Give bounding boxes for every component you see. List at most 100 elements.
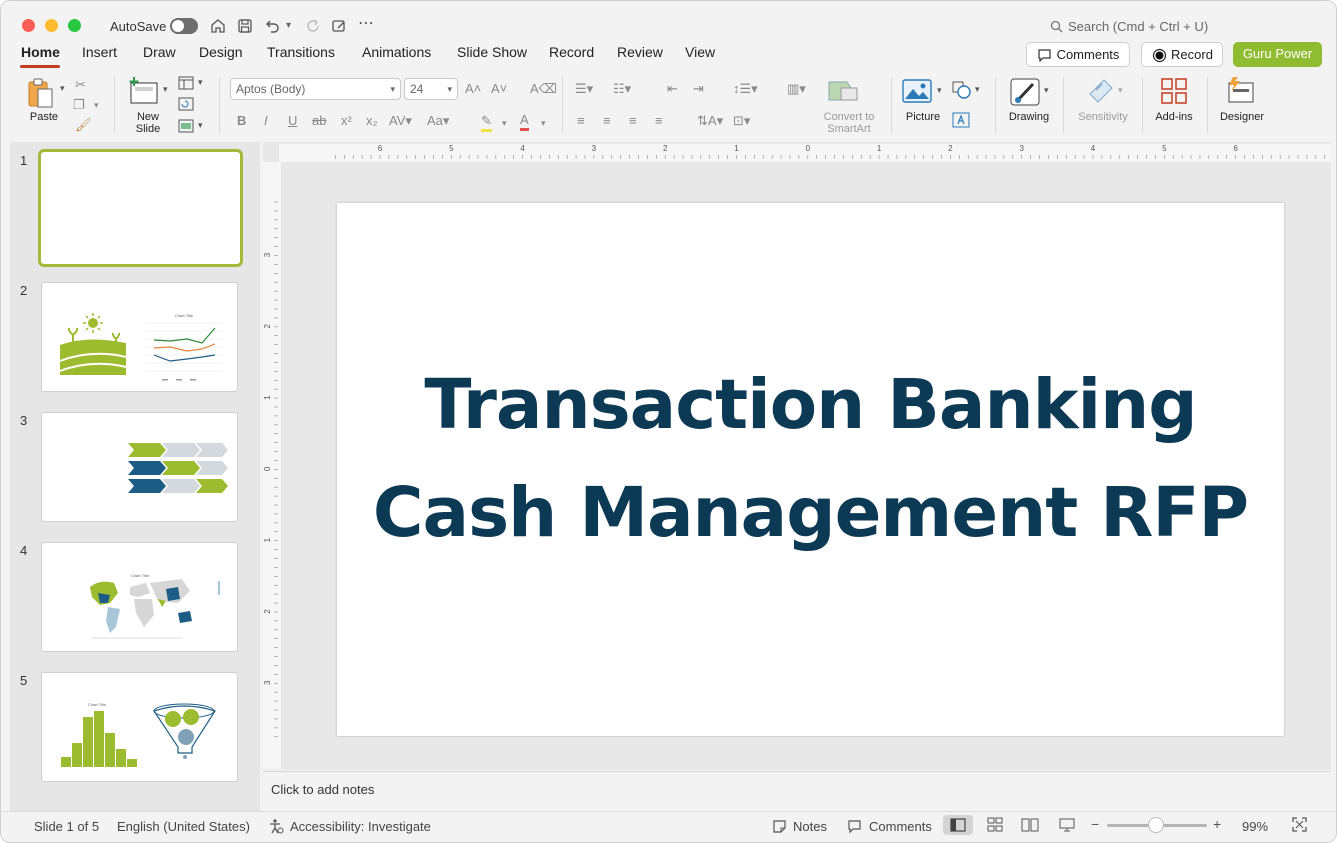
zoom-in-button[interactable]: + <box>1213 816 1221 832</box>
drawing-icon[interactable] <box>1009 76 1041 108</box>
notes-pane[interactable]: Click to add notes <box>263 771 1331 809</box>
shapes-dropdown-icon[interactable]: ▾ <box>975 84 980 95</box>
subscript-icon[interactable]: x₂ <box>366 113 378 129</box>
picture-dropdown-icon[interactable]: ▾ <box>937 85 942 96</box>
tab-review[interactable]: Review <box>617 44 663 60</box>
line-spacing-icon[interactable]: ↕☰▾ <box>733 81 758 97</box>
superscript-icon[interactable]: x² <box>341 113 352 129</box>
strikethrough-icon[interactable]: ab <box>312 113 326 129</box>
shapes-icon[interactable] <box>952 81 972 99</box>
language-status[interactable]: English (United States) <box>117 819 250 834</box>
slide-thumbnail-5[interactable]: Chart Title <box>41 672 238 782</box>
zoom-slider-handle[interactable] <box>1148 817 1164 833</box>
font-name-select[interactable]: Aptos (Body) ▾ <box>230 78 401 100</box>
slide-thumbnail-2[interactable]: Chart Title <box>41 282 238 392</box>
tab-draw[interactable]: Draw <box>143 44 176 60</box>
record-button[interactable]: Record <box>1141 42 1223 67</box>
slide-thumbnail-4[interactable]: Chart Title <box>41 542 238 652</box>
numbering-icon[interactable]: ☷▾ <box>613 81 631 97</box>
character-spacing-icon[interactable]: AV▾ <box>389 113 412 129</box>
align-right-icon[interactable]: ≡ <box>629 113 637 129</box>
section-dropdown-icon[interactable]: ▾ <box>198 120 203 131</box>
tab-design[interactable]: Design <box>199 44 243 60</box>
change-case-icon[interactable]: Aa▾ <box>427 113 449 129</box>
paste-icon[interactable] <box>25 76 59 110</box>
tab-view[interactable]: View <box>685 44 715 60</box>
increase-font-icon[interactable]: A˄ <box>465 81 481 97</box>
bold-icon[interactable]: B <box>237 113 246 129</box>
add-ins-icon[interactable] <box>1160 77 1188 105</box>
paste-dropdown-icon[interactable]: ▾ <box>60 83 65 94</box>
sensitivity-dropdown-icon[interactable]: ▾ <box>1118 85 1123 96</box>
tab-record[interactable]: Record <box>549 44 594 60</box>
slide-title-line-2[interactable]: Cash Management RFP <box>337 473 1284 553</box>
font-size-select[interactable]: 24 ▾ <box>404 78 458 100</box>
layout-dropdown-icon[interactable]: ▾ <box>198 77 203 88</box>
zoom-window-button[interactable] <box>68 19 81 32</box>
drawing-dropdown-icon[interactable]: ▾ <box>1044 85 1049 96</box>
justify-icon[interactable]: ≡ <box>655 113 663 129</box>
section-icon[interactable] <box>178 119 194 133</box>
fit-to-window-icon[interactable] <box>1292 817 1307 832</box>
font-color-icon[interactable]: A <box>520 112 529 131</box>
notes-toggle-button[interactable]: Notes <box>793 819 827 834</box>
undo-dropdown-icon[interactable]: ▾ <box>286 17 291 35</box>
format-painter-icon[interactable]: 🖌 <box>75 117 92 133</box>
font-color-dropdown-icon[interactable]: ▾ <box>541 115 546 131</box>
slide-show-button[interactable] <box>1052 815 1082 835</box>
designer-icon[interactable] <box>1225 75 1257 105</box>
clear-format-icon[interactable]: A⌫ <box>530 81 557 97</box>
underline-icon[interactable]: U <box>288 113 297 129</box>
copy-icon[interactable]: ❐ <box>73 97 85 113</box>
reset-slide-icon[interactable] <box>178 97 194 111</box>
decrease-indent-icon[interactable]: ⇤ <box>667 81 678 97</box>
close-window-button[interactable] <box>22 19 35 32</box>
italic-icon[interactable]: I <box>264 113 268 129</box>
redo-icon[interactable] <box>304 17 322 35</box>
horizontal-ruler[interactable]: 6 5 4 3 2 1 0 1 2 3 4 5 6 <box>279 144 1331 162</box>
slide-thumbnail-1[interactable] <box>38 149 243 267</box>
highlight-icon[interactable]: ✎ <box>481 113 492 132</box>
tab-home[interactable]: Home <box>21 44 60 60</box>
search-input[interactable]: Search (Cmd + Ctrl + U) <box>1068 19 1208 34</box>
align-left-icon[interactable]: ≡ <box>577 113 585 129</box>
minimize-window-button[interactable] <box>45 19 58 32</box>
decrease-font-icon[interactable]: A˅ <box>491 81 507 97</box>
highlight-dropdown-icon[interactable]: ▾ <box>502 115 507 131</box>
home-icon[interactable] <box>209 17 227 35</box>
slide-thumbnail-3[interactable] <box>41 412 238 522</box>
copy-dropdown-icon[interactable]: ▾ <box>94 97 99 113</box>
smartart-icon[interactable] <box>827 79 859 103</box>
present-icon[interactable] <box>330 17 348 35</box>
text-direction-icon[interactable]: ⇅A▾ <box>697 113 723 129</box>
more-icon[interactable]: ⋯ <box>358 15 374 33</box>
accessibility-status[interactable]: Accessibility: Investigate <box>290 819 431 834</box>
comments-toggle-button[interactable]: Comments <box>869 819 932 834</box>
zoom-out-button[interactable]: − <box>1091 816 1099 832</box>
comments-button[interactable]: Comments <box>1026 42 1130 67</box>
increase-indent-icon[interactable]: ⇥ <box>693 81 704 97</box>
guru-power-button[interactable]: Guru Power <box>1233 42 1322 67</box>
tab-slide-show[interactable]: Slide Show <box>457 44 527 60</box>
tab-insert[interactable]: Insert <box>82 44 117 60</box>
tab-animations[interactable]: Animations <box>362 44 431 60</box>
notes-placeholder[interactable]: Click to add notes <box>271 782 374 797</box>
normal-view-button[interactable] <box>943 815 973 835</box>
sensitivity-icon[interactable] <box>1086 76 1116 106</box>
align-center-icon[interactable]: ≡ <box>603 113 611 129</box>
columns-icon[interactable]: ▥▾ <box>787 81 806 97</box>
new-slide-icon[interactable] <box>128 77 160 105</box>
cut-icon[interactable]: ✂ <box>75 77 86 93</box>
text-box-icon[interactable] <box>952 112 970 128</box>
zoom-level[interactable]: 99% <box>1242 819 1268 834</box>
autosave-toggle[interactable] <box>170 18 198 34</box>
picture-icon[interactable] <box>902 79 932 103</box>
bullets-icon[interactable]: ☰▾ <box>575 81 593 97</box>
slide-canvas[interactable]: Transaction Banking Cash Management RFP <box>337 203 1284 736</box>
save-icon[interactable] <box>236 17 254 35</box>
slide-sorter-button[interactable] <box>980 815 1010 835</box>
align-text-icon[interactable]: ⊡▾ <box>733 113 750 129</box>
new-slide-dropdown-icon[interactable]: ▾ <box>163 84 168 95</box>
vertical-ruler[interactable]: 3 2 1 0 1 2 3 <box>263 162 281 769</box>
undo-icon[interactable] <box>263 17 281 35</box>
